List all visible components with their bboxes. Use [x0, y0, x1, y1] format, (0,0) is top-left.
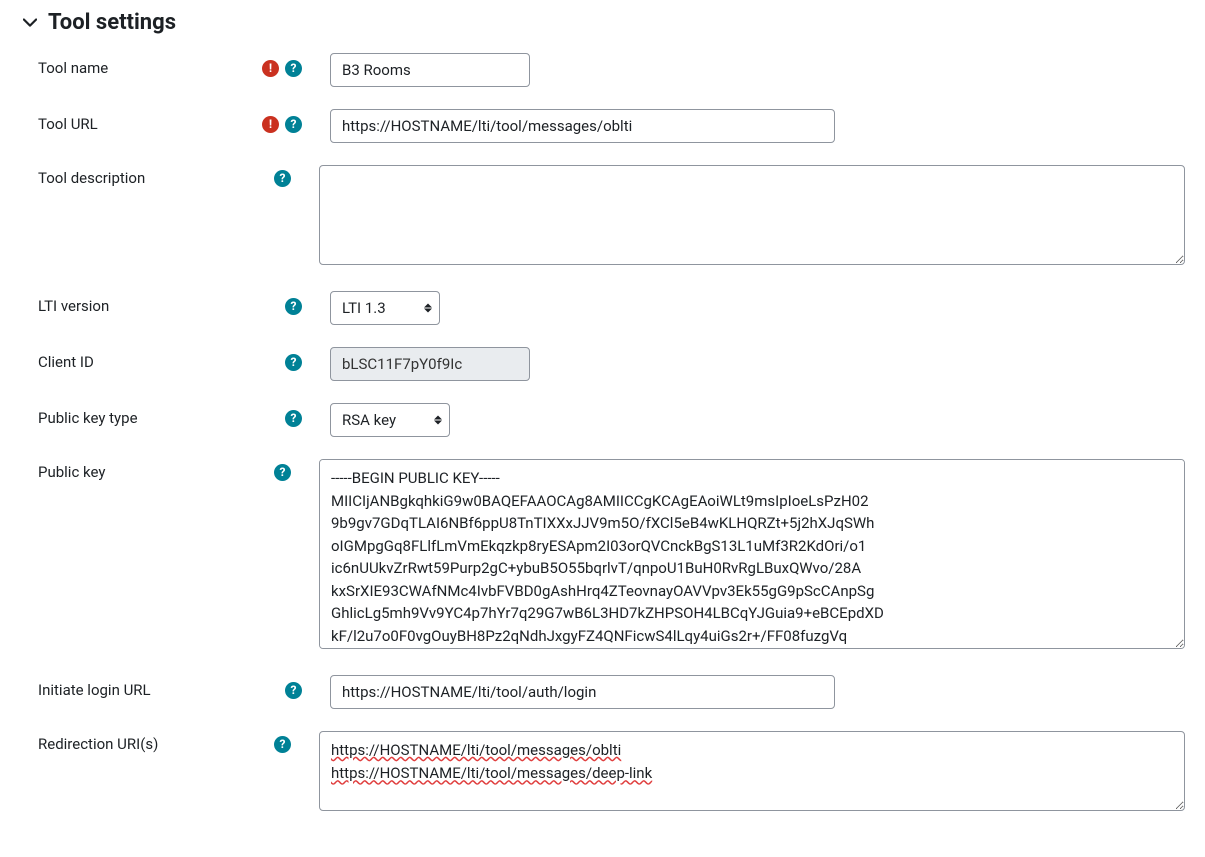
tool-name-label: Tool name [38, 59, 108, 77]
tool-description-input[interactable] [319, 165, 1185, 265]
tool-description-label: Tool description [38, 169, 145, 187]
public-key-type-label: Public key type [38, 409, 138, 427]
client-id-input [330, 347, 530, 381]
help-icon[interactable]: ? [285, 682, 302, 699]
public-key-label: Public key [38, 463, 105, 481]
tool-url-label: Tool URL [38, 115, 98, 133]
initiate-login-url-input[interactable] [330, 675, 835, 709]
required-icon: ! [262, 60, 279, 77]
initiate-login-url-label: Initiate login URL [38, 681, 151, 699]
required-icon: ! [262, 116, 279, 133]
tool-name-input[interactable] [330, 53, 530, 87]
help-icon[interactable]: ? [274, 464, 291, 481]
public-key-type-select[interactable]: RSA key [330, 403, 450, 437]
section-header[interactable]: Tool settings [20, 10, 1185, 35]
redirection-uris-input[interactable]: https://HOSTNAME/lti/tool/messages/oblti… [319, 731, 1185, 811]
redirection-uris-label: Redirection URI(s) [38, 735, 158, 753]
help-icon[interactable]: ? [285, 354, 302, 371]
help-icon[interactable]: ? [285, 298, 302, 315]
help-icon[interactable]: ? [285, 116, 302, 133]
tool-url-input[interactable] [330, 109, 835, 143]
help-icon[interactable]: ? [285, 60, 302, 77]
public-key-input[interactable]: -----BEGIN PUBLIC KEY----- MIICIjANBgkqh… [319, 459, 1185, 649]
chevron-down-icon [20, 13, 40, 33]
lti-version-select[interactable]: LTI 1.3 [330, 291, 440, 325]
section-title: Tool settings [48, 10, 176, 35]
help-icon[interactable]: ? [285, 410, 302, 427]
client-id-label: Client ID [38, 353, 94, 371]
help-icon[interactable]: ? [274, 736, 291, 753]
help-icon[interactable]: ? [274, 170, 291, 187]
lti-version-label: LTI version [38, 297, 109, 315]
